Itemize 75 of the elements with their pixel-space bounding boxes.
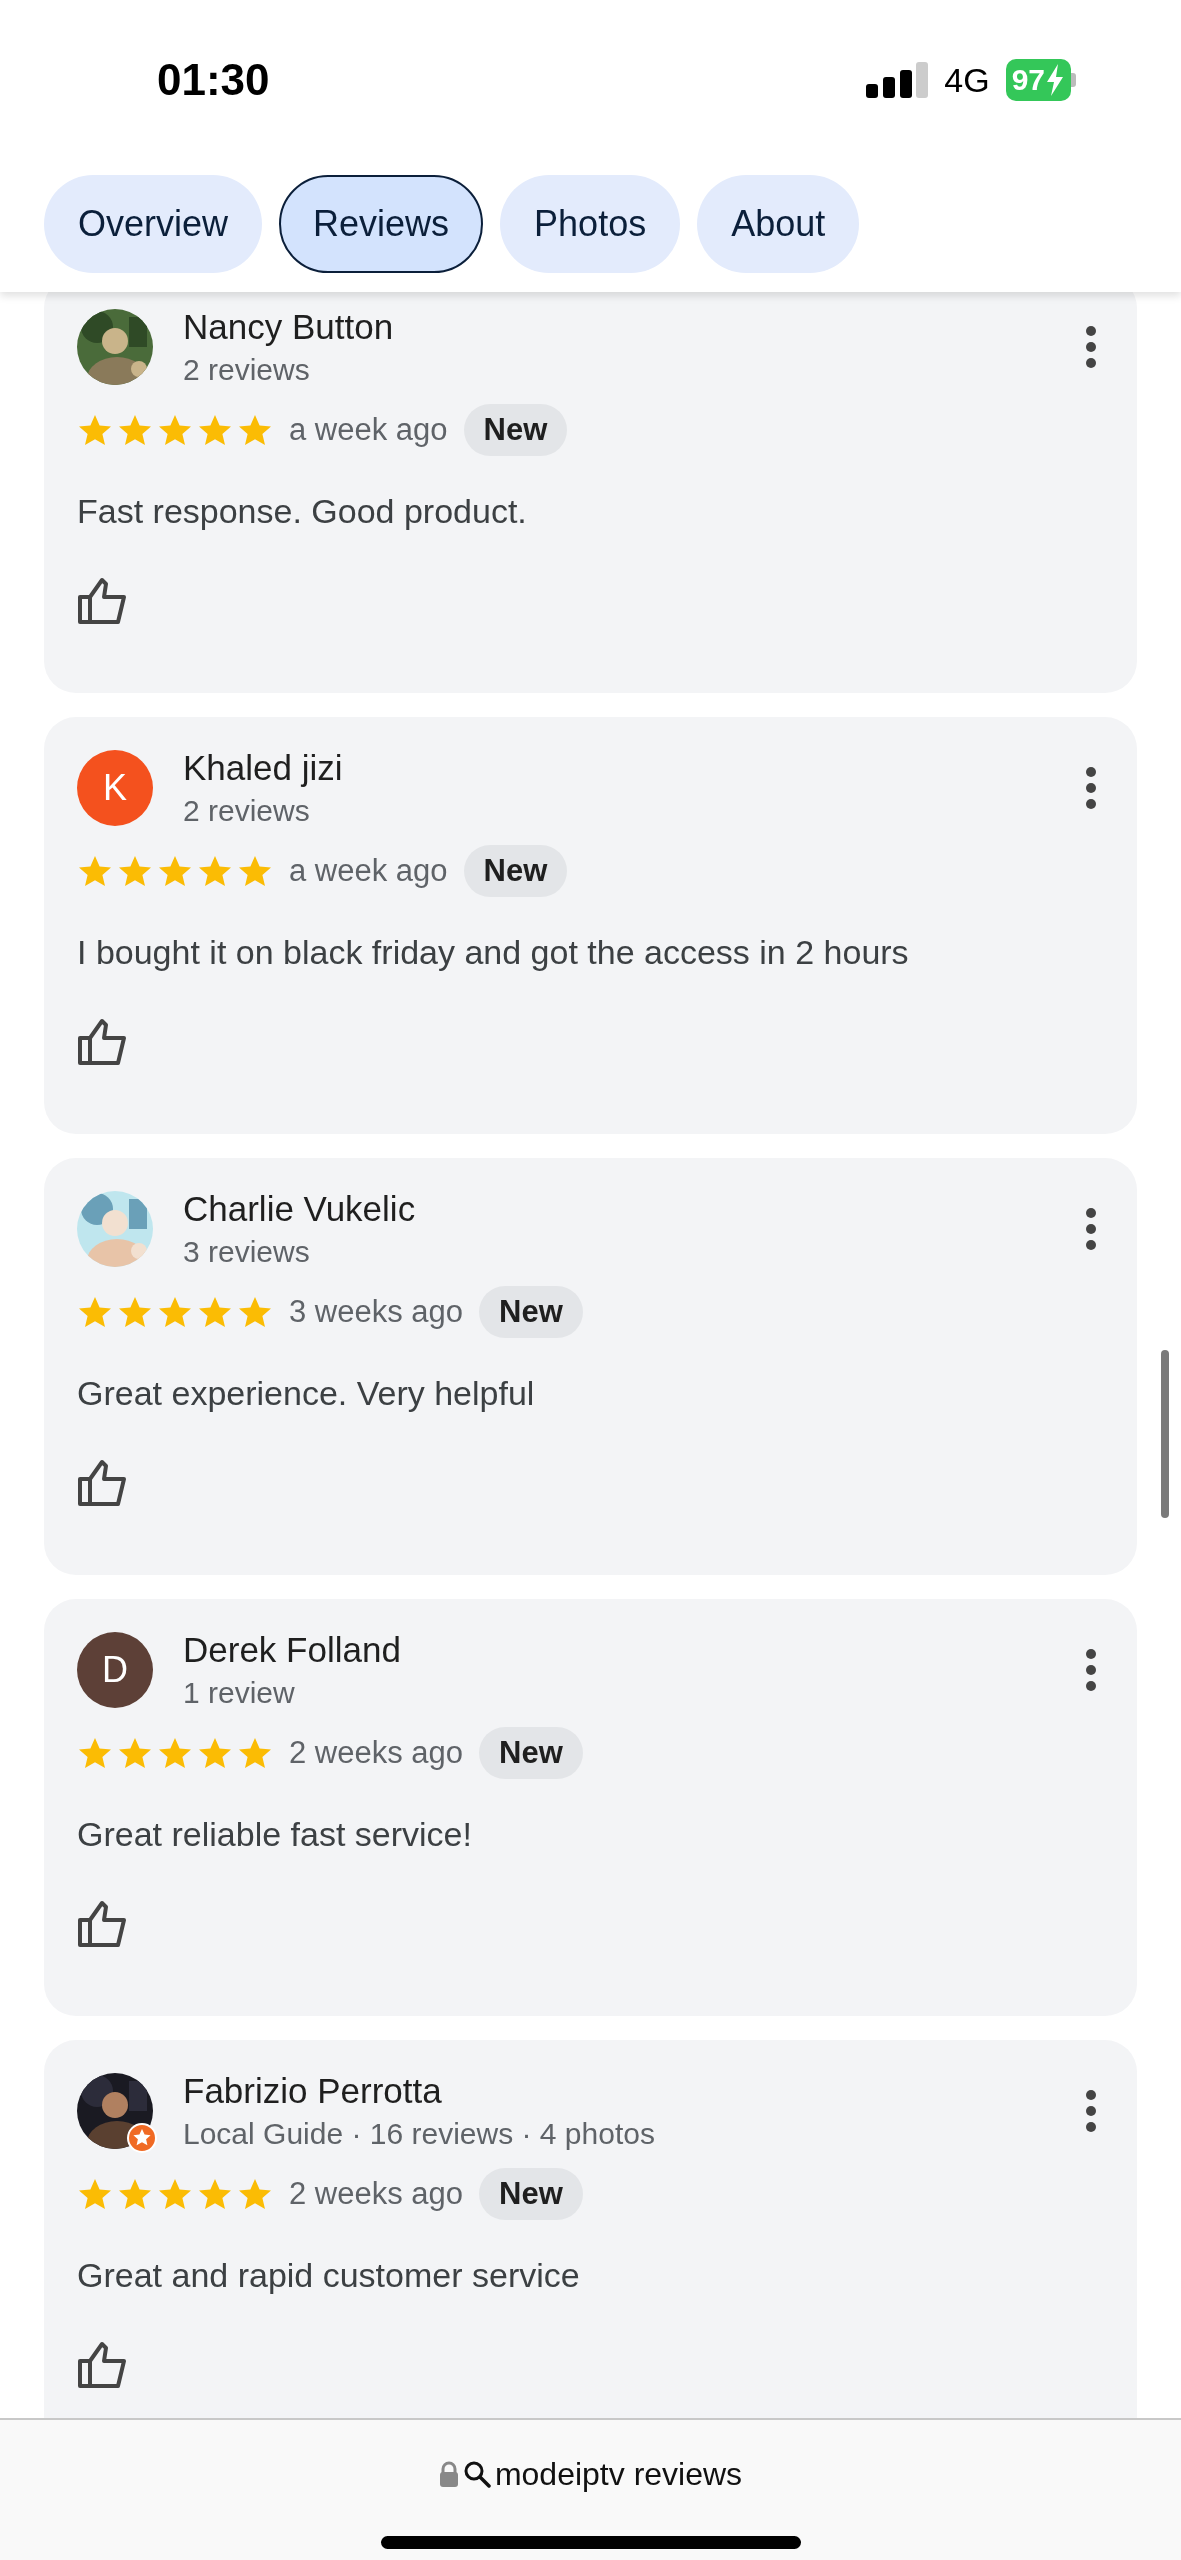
thumbs-up-icon[interactable]	[77, 1018, 129, 1066]
star-icon	[197, 1736, 233, 1770]
tab[interactable]: About	[697, 175, 860, 273]
review-text: Great and rapid customer service	[77, 2255, 581, 2296]
review-text: Fast response. Good product.	[77, 491, 528, 532]
star-icon	[197, 1295, 233, 1329]
reviewer-name[interactable]: Fabrizio Perrotta	[183, 2068, 1085, 2114]
star-icon	[117, 413, 153, 447]
tab[interactable]: Overview	[44, 175, 263, 273]
review-text: Great experience. Very helpful	[77, 1373, 536, 1414]
thumbs-up-icon[interactable]	[77, 2341, 129, 2389]
new-badge: New	[463, 845, 568, 897]
reviewer-meta: 3 reviews	[183, 1234, 311, 1270]
star-icon	[117, 2177, 153, 2211]
thumbs-up-icon[interactable]	[77, 1459, 129, 1507]
star-icon	[77, 413, 113, 447]
reviewer-meta: 1 review	[183, 1675, 296, 1711]
more-options-icon[interactable]	[1085, 2089, 1097, 2133]
review-time: 2 weeks ago	[289, 1733, 464, 1772]
more-options-icon[interactable]	[1085, 1648, 1097, 1692]
review-time: a week ago	[289, 851, 448, 890]
reviewer-name[interactable]: Khaled jizi	[183, 745, 1085, 791]
star-icon	[157, 854, 193, 888]
clock-time: 01:30	[157, 54, 270, 106]
star-icon	[157, 1295, 193, 1329]
review-text: Great reliable fast service!	[77, 1814, 473, 1855]
new-badge: New	[479, 2168, 583, 2220]
more-options-icon[interactable]	[1085, 1207, 1097, 1251]
star-icon	[117, 1295, 153, 1329]
review-time: 3 weeks ago	[289, 1292, 464, 1331]
star-icon	[77, 2177, 113, 2211]
new-badge: New	[479, 1727, 583, 1779]
battery-tip	[1071, 73, 1076, 87]
thumbs-up-icon[interactable]	[77, 577, 129, 625]
star-icon	[237, 2177, 273, 2211]
star-icon	[237, 1295, 273, 1329]
search-icon	[462, 2460, 491, 2488]
reviewer-name[interactable]: Nancy Button	[183, 304, 1085, 350]
reviewer-meta: Local Guide · 16 reviews · 4 photos	[183, 2116, 656, 2152]
star-icon	[197, 2177, 233, 2211]
reviewer-name[interactable]: Derek Folland	[183, 1627, 1085, 1673]
avatar: D	[77, 1632, 153, 1708]
review-time: a week ago	[289, 410, 448, 449]
reviewer-name[interactable]: Charlie Vukelic	[183, 1186, 1085, 1232]
network-label: 4G	[944, 59, 990, 101]
star-icon	[117, 854, 153, 888]
address-text[interactable]: modeiptv reviews	[494, 2450, 743, 2498]
star-icon	[197, 854, 233, 888]
star-icon	[77, 1736, 113, 1770]
new-badge: New	[479, 1286, 583, 1338]
star-icon	[77, 854, 113, 888]
star-icon	[157, 2177, 193, 2211]
star-icon	[157, 1736, 193, 1770]
star-icon	[157, 413, 193, 447]
star-icon	[237, 1736, 273, 1770]
new-badge: New	[463, 404, 568, 456]
star-icon	[117, 1736, 153, 1770]
scrollbar[interactable]	[1161, 1350, 1169, 1518]
tab[interactable]: Reviews	[279, 175, 484, 273]
tab[interactable]: Photos	[500, 175, 681, 273]
review-time: 2 weeks ago	[289, 2174, 464, 2213]
reviewer-meta: 2 reviews	[183, 352, 311, 388]
more-options-icon[interactable]	[1085, 766, 1097, 810]
star-icon	[77, 1295, 113, 1329]
signal-icon	[866, 62, 929, 98]
review-text: I bought it on black friday and got the access in 2 hours	[77, 932, 910, 973]
star-icon	[237, 854, 273, 888]
battery-indicator: 97	[1005, 59, 1071, 101]
avatar: K	[77, 750, 153, 826]
star-icon	[237, 413, 273, 447]
thumbs-up-icon[interactable]	[77, 1900, 129, 1948]
star-icon	[197, 413, 233, 447]
lock-icon	[438, 2461, 459, 2487]
reviewer-meta: 2 reviews	[183, 793, 311, 829]
more-options-icon[interactable]	[1085, 325, 1097, 369]
